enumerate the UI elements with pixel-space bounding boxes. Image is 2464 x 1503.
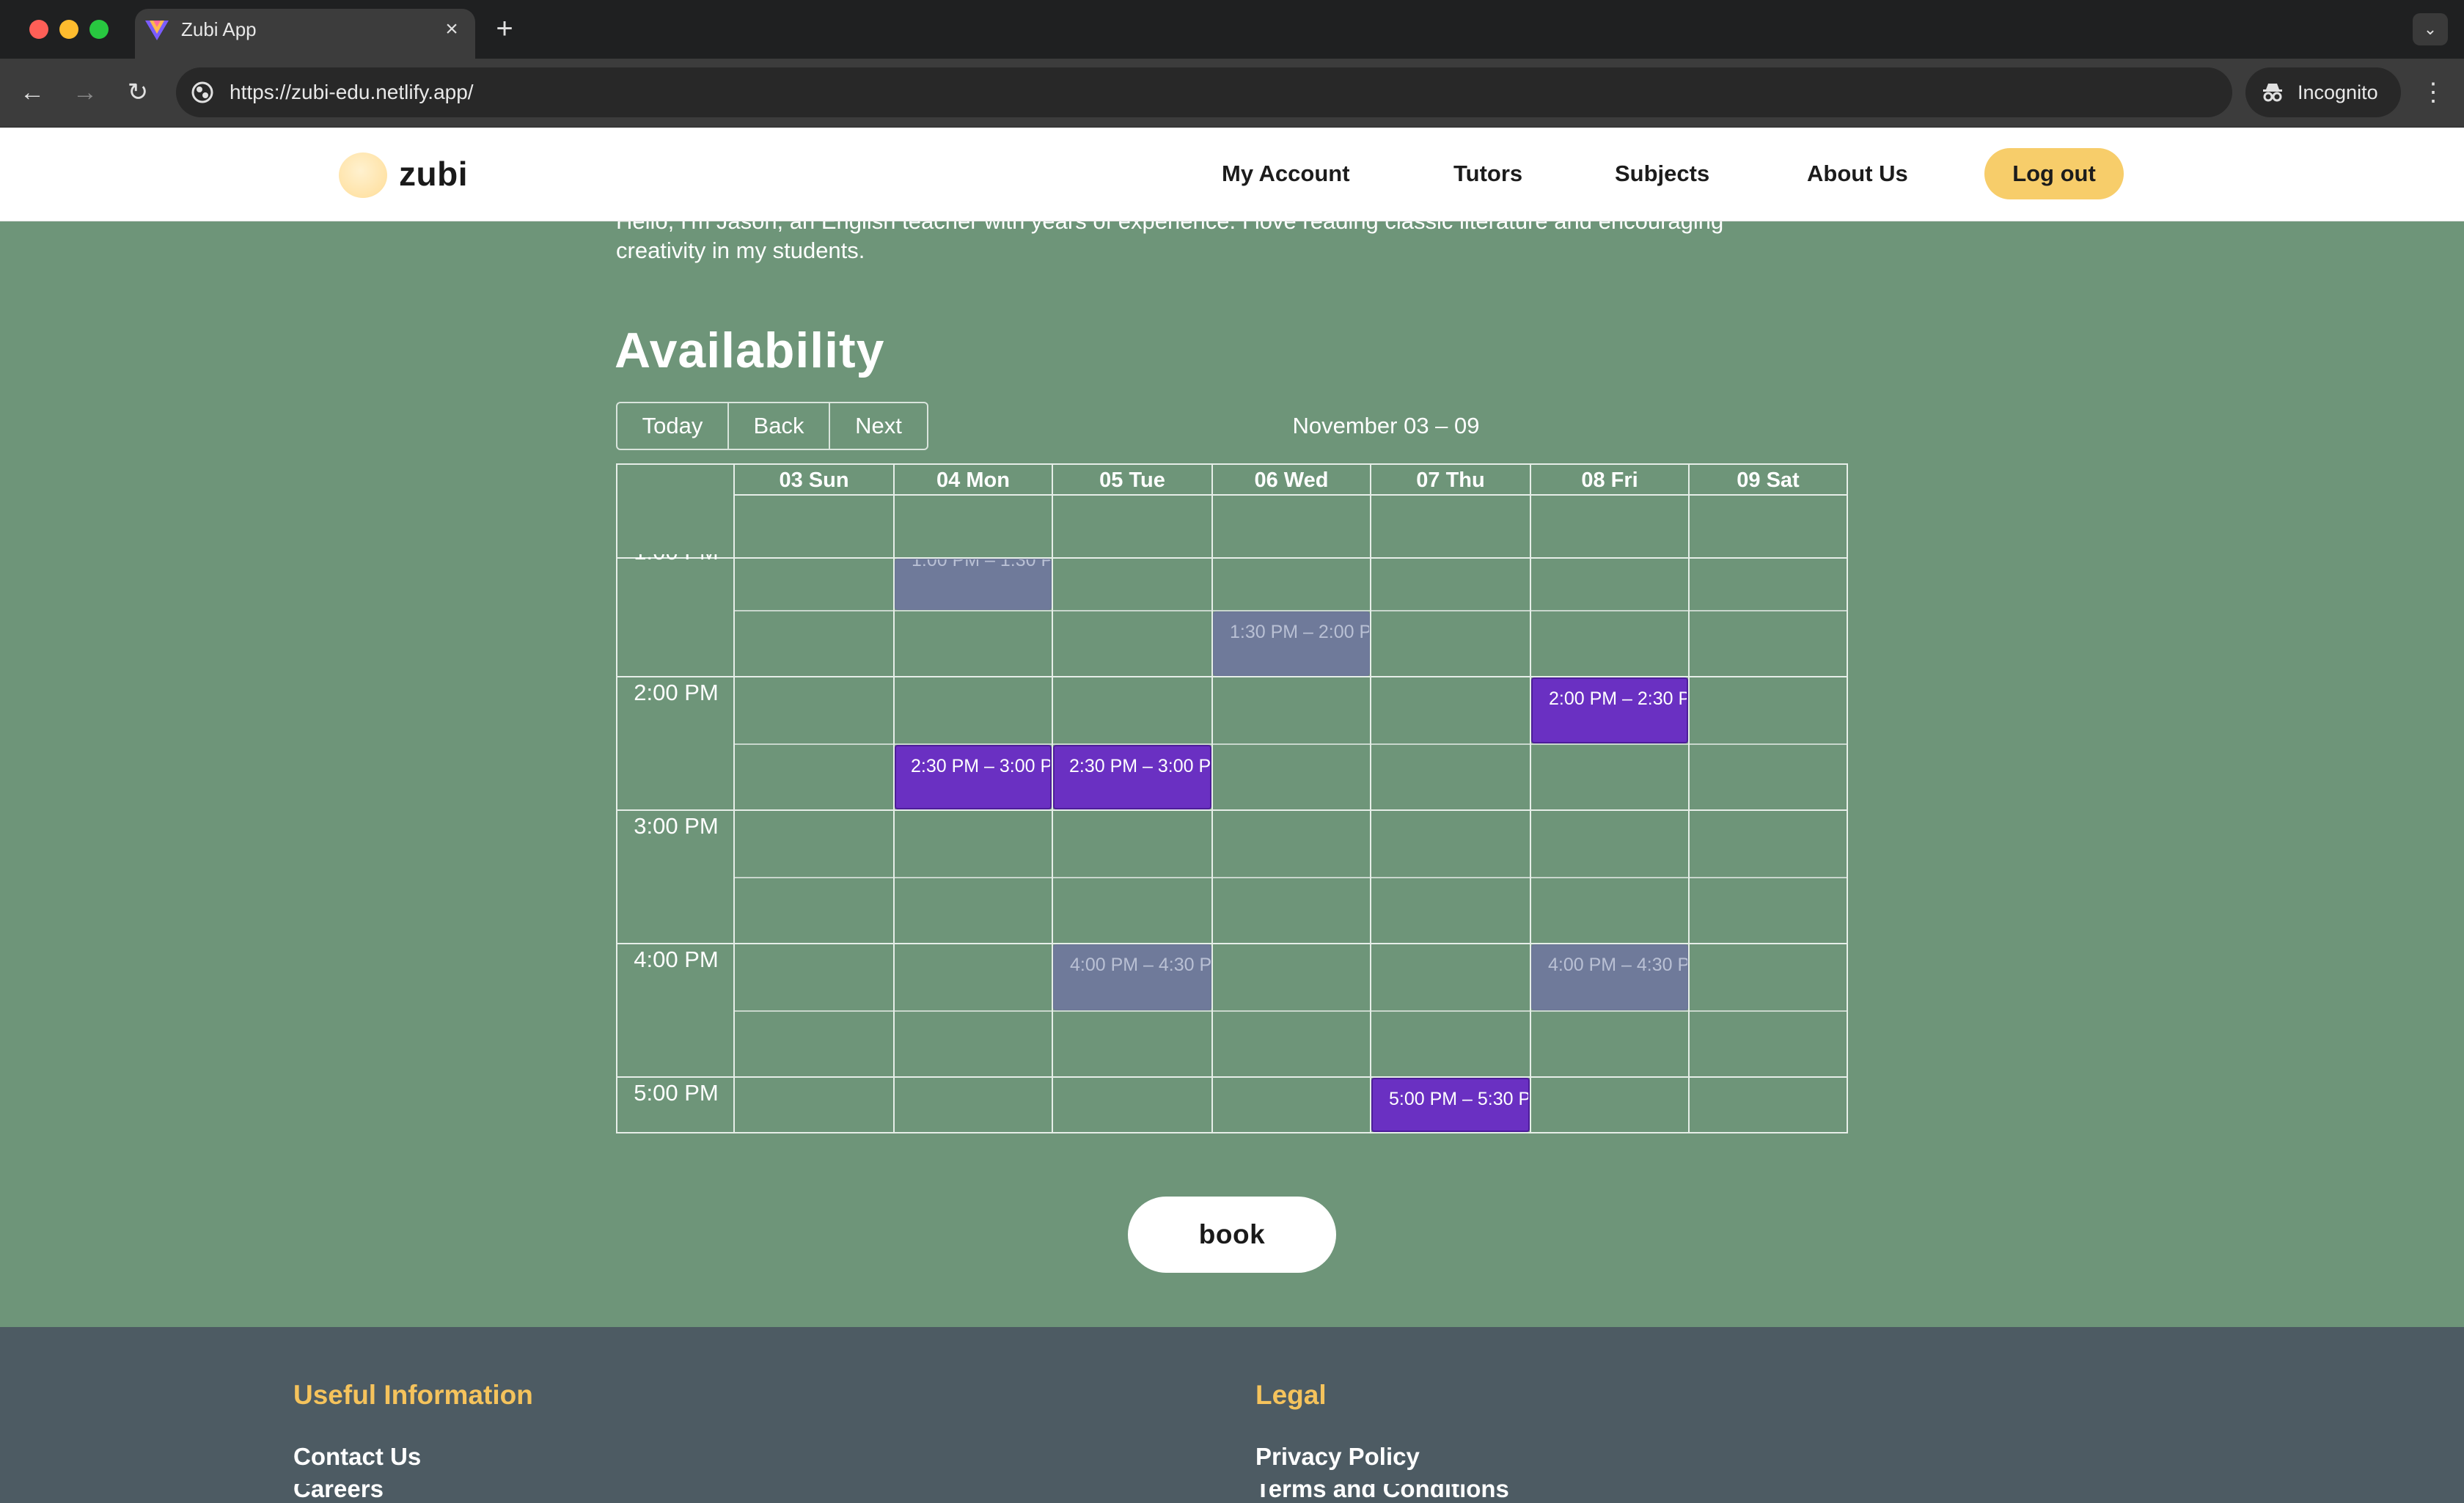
grid-line xyxy=(617,557,1847,559)
event-label: 1:30 PM – 2:00 PM xyxy=(1230,622,1369,642)
footer-link-contact-us[interactable]: Contact Us xyxy=(293,1441,421,1472)
event-label: 2:00 PM – 2:30 PM xyxy=(1549,688,1687,709)
grid-line xyxy=(733,1010,1847,1012)
site-info-icon[interactable] xyxy=(189,79,216,106)
event-slot-unavailable[interactable]: 1:00 PM – 1:30 PM xyxy=(895,559,1052,610)
event-slot-unavailable[interactable]: 4:00 PM – 4:30 PM xyxy=(1531,944,1688,1010)
nav-subjects[interactable]: Subjects xyxy=(1615,158,1709,189)
event-slot-unavailable[interactable]: 1:30 PM – 2:00 PM xyxy=(1213,611,1370,676)
zubi-favicon-icon xyxy=(145,21,169,40)
plus-icon[interactable]: + xyxy=(490,14,519,44)
day-header-sun: 03 Sun xyxy=(779,468,849,492)
event-slot-available[interactable]: 5:00 PM – 5:30 PM xyxy=(1371,1078,1530,1132)
address-bar[interactable] xyxy=(176,67,2232,117)
footer-legal-heading: Legal xyxy=(1255,1380,1327,1410)
event-slot-available[interactable]: 2:30 PM – 3:00 PM xyxy=(1053,745,1211,809)
grid-line xyxy=(733,877,1847,878)
footer-link-careers-wrapper: Careers xyxy=(293,1484,513,1503)
grid-line xyxy=(1530,465,1531,1132)
window-maximize-button[interactable] xyxy=(89,20,109,39)
grid-line xyxy=(1211,465,1213,1132)
kebab-menu-icon[interactable]: ⋮ xyxy=(2420,76,2446,109)
book-button[interactable]: book xyxy=(1128,1197,1336,1273)
grid-line xyxy=(1370,465,1371,1132)
day-header-thu: 07 Thu xyxy=(1416,468,1485,492)
next-button[interactable]: Next xyxy=(830,403,927,449)
logo-icon[interactable] xyxy=(339,152,387,198)
calendar-toolbar: Today Back Next xyxy=(616,402,928,450)
grid-line xyxy=(733,494,1847,496)
time-label-1pm-wrapper: 1:00 PM xyxy=(617,554,735,578)
availability-calendar: 03 Sun 04 Mon 05 Tue 06 Wed 07 Thu 08 Fr… xyxy=(616,463,1848,1133)
window-minimize-button[interactable] xyxy=(59,20,78,39)
window-close-button[interactable] xyxy=(29,20,48,39)
event-slot-available[interactable]: 2:30 PM – 3:00 PM xyxy=(895,745,1052,809)
day-header-sat: 09 Sat xyxy=(1737,468,1800,492)
day-header-mon: 04 Mon xyxy=(936,468,1010,492)
today-button[interactable]: Today xyxy=(617,403,729,449)
grid-line xyxy=(617,809,1847,811)
event-slot-available[interactable]: 2:00 PM – 2:30 PM xyxy=(1531,677,1688,743)
footer-useful-heading: Useful Information xyxy=(293,1380,533,1410)
incognito-icon xyxy=(2263,84,2282,102)
event-label: 4:00 PM – 4:30 PM xyxy=(1548,955,1687,975)
event-label: 1:00 PM – 1:30 PM xyxy=(912,559,1051,570)
back-arrow-icon[interactable]: ← xyxy=(16,76,48,109)
time-label-2pm: 2:00 PM xyxy=(634,680,719,705)
event-label: 2:30 PM – 3:00 PM xyxy=(911,756,1052,776)
time-label-3pm: 3:00 PM xyxy=(634,813,719,839)
grid-line xyxy=(617,1076,1847,1078)
nav-my-account[interactable]: My Account xyxy=(1222,158,1350,189)
event-label: 5:00 PM – 5:30 PM xyxy=(1389,1089,1530,1109)
nav-about-us[interactable]: About Us xyxy=(1807,158,1908,189)
tab-title: Zubi App xyxy=(181,18,257,40)
logo-text[interactable]: zubi xyxy=(399,154,468,194)
time-label-5pm: 5:00 PM xyxy=(634,1080,719,1106)
logout-button[interactable]: Log out xyxy=(1984,148,2124,199)
grid-line xyxy=(1688,465,1690,1132)
nav-tutors[interactable]: Tutors xyxy=(1453,158,1522,189)
event-label: 2:30 PM – 3:00 PM xyxy=(1069,756,1211,776)
date-range-label: November 03 – 09 xyxy=(1292,413,1480,438)
day-header-tue: 05 Tue xyxy=(1099,468,1165,492)
close-icon[interactable]: × xyxy=(439,16,465,43)
reload-icon[interactable]: ↻ xyxy=(122,76,154,109)
footer-link-privacy-policy[interactable]: Privacy Policy xyxy=(1255,1441,1420,1472)
site-footer xyxy=(0,1327,2464,1503)
day-header-wed: 06 Wed xyxy=(1254,468,1329,492)
footer-link-terms[interactable]: Terms and Conditions xyxy=(1255,1484,1622,1503)
footer-link-terms-wrapper: Terms and Conditions xyxy=(1255,1484,1622,1503)
time-label-1pm: 1:00 PM xyxy=(617,554,735,566)
back-button[interactable]: Back xyxy=(729,403,830,449)
chevron-down-icon[interactable]: ⌄ xyxy=(2413,13,2448,45)
day-header-fri: 08 Fri xyxy=(1581,468,1638,492)
incognito-label: Incognito xyxy=(2298,81,2378,103)
event-label: 4:00 PM – 4:30 PM xyxy=(1070,955,1211,975)
availability-heading: Availability xyxy=(615,323,885,378)
url-text[interactable]: https://zubi-edu.netlify.app/ xyxy=(230,79,474,106)
time-label-4pm: 4:00 PM xyxy=(634,947,719,972)
footer-link-careers[interactable]: Careers xyxy=(293,1484,513,1503)
event-slot-unavailable[interactable]: 4:00 PM – 4:30 PM xyxy=(1053,944,1211,1010)
forward-arrow-icon[interactable]: → xyxy=(69,76,101,109)
